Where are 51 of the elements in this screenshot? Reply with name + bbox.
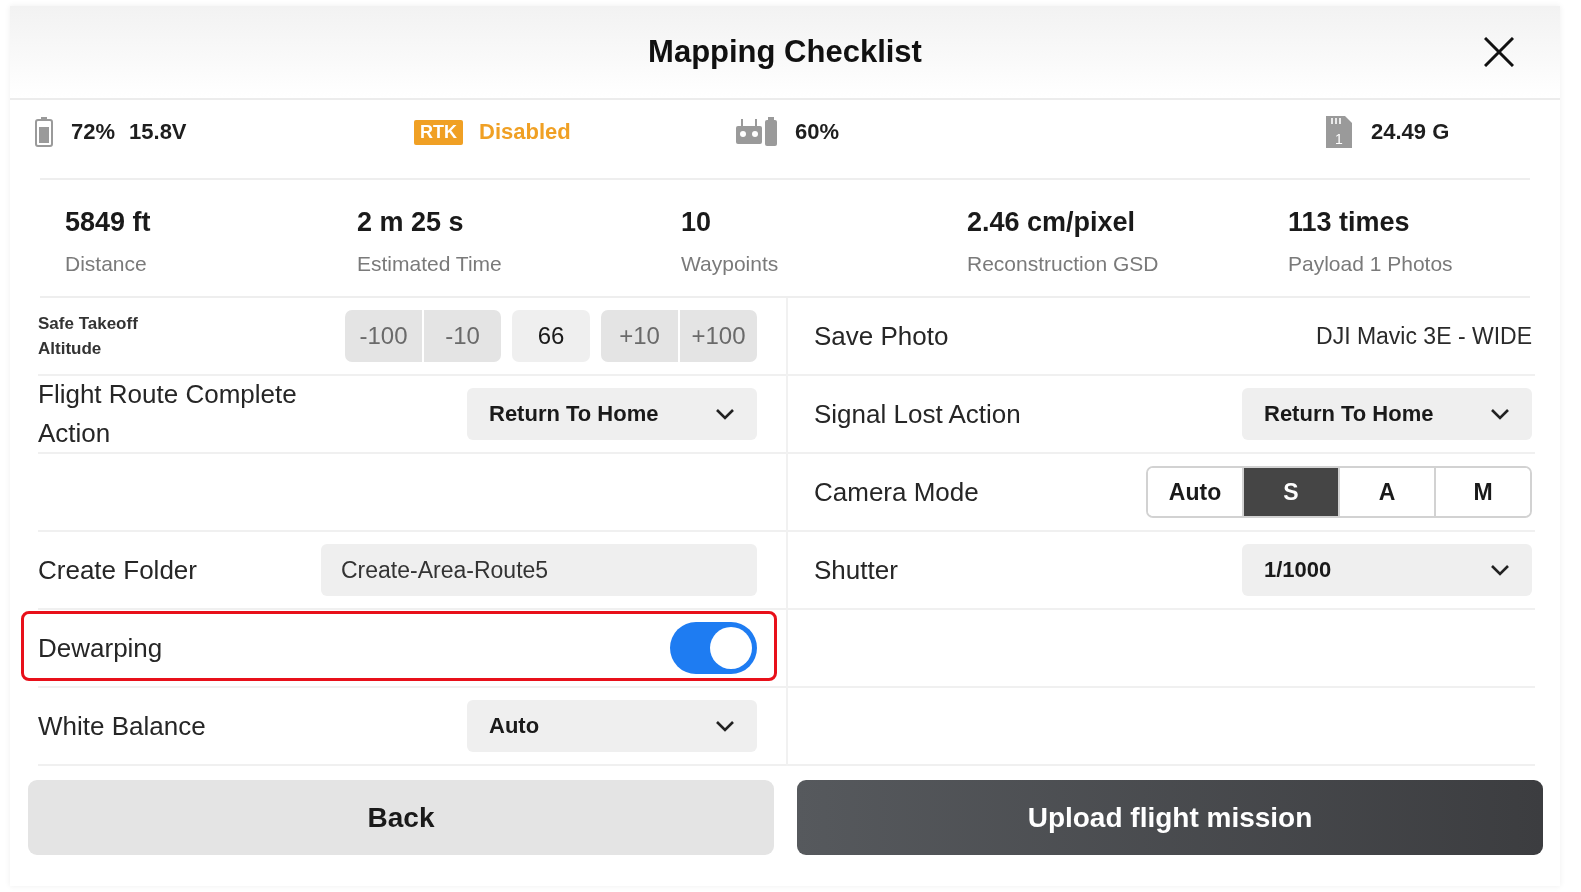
- setting-label: Safe Takeoff Altitude: [38, 312, 139, 360]
- dropdown[interactable]: Return To Home: [467, 388, 757, 440]
- stat-label: Payload 1 Photos: [1288, 251, 1453, 276]
- status-reading: 60%: [795, 119, 840, 145]
- folder-name-field[interactable]: Create-Area-Route5: [321, 544, 757, 596]
- close-icon: [1484, 37, 1514, 67]
- battery-icon: [35, 117, 53, 147]
- stat-label: Reconstruction GSD: [967, 251, 1159, 276]
- stat-value: 5849 ft: [65, 206, 151, 238]
- remote-controller-icon: [735, 117, 779, 147]
- status-reading: 72%: [71, 119, 116, 145]
- chevron-down-icon: [1490, 564, 1510, 576]
- dropdown[interactable]: Return To Home: [1242, 388, 1532, 440]
- stat-value: 2 m 25 s: [357, 206, 464, 238]
- chevron-down-icon: [1490, 408, 1510, 420]
- setting-label: Flight Route Complete Action: [38, 378, 298, 450]
- increment-button[interactable]: +10: [601, 310, 678, 362]
- rtk-status: Disabled: [479, 119, 571, 145]
- upload-button[interactable]: Upload flight mission: [797, 780, 1543, 855]
- status-reading: 15.8V: [129, 119, 187, 145]
- setting-label: Signal Lost Action: [814, 397, 1021, 431]
- setting-label: White Balance: [38, 709, 206, 743]
- stat-value: 10: [681, 206, 712, 238]
- decrement-button[interactable]: -10: [424, 310, 501, 362]
- status-reading: 24.49 G: [1371, 119, 1450, 145]
- setting-label: Save Photo: [814, 319, 949, 353]
- setting-label: Shutter: [814, 553, 898, 587]
- setting-label: Create Folder: [38, 553, 197, 587]
- toggle-switch[interactable]: [670, 622, 757, 674]
- stat-value: 113 times: [1288, 206, 1410, 238]
- stat-label: Waypoints: [681, 251, 779, 276]
- increment-button[interactable]: +100: [680, 310, 757, 362]
- back-button[interactable]: Back: [28, 780, 774, 855]
- stat-value: 2.46 cm/pixel: [967, 206, 1136, 238]
- setting-label: Camera Mode: [814, 475, 979, 509]
- altitude-field[interactable]: 66: [512, 310, 590, 362]
- stat-label: Distance: [65, 251, 147, 276]
- sd-card-icon: 1: [1325, 115, 1353, 149]
- close-button[interactable]: [1484, 37, 1514, 67]
- chevron-down-icon: [715, 408, 735, 420]
- window-title: Mapping Checklist: [648, 34, 922, 70]
- dropdown[interactable]: 1/1000: [1242, 544, 1532, 596]
- mode-option[interactable]: S: [1242, 468, 1338, 516]
- chevron-down-icon: [715, 720, 735, 732]
- dropdown[interactable]: Auto: [467, 700, 757, 752]
- setting-value: DJI Mavic 3E - WIDE: [1316, 322, 1532, 350]
- stat-label: Estimated Time: [357, 251, 502, 276]
- setting-label: Dewarping: [38, 631, 163, 665]
- decrement-button[interactable]: -100: [345, 310, 422, 362]
- mode-option[interactable]: M: [1434, 468, 1530, 516]
- rtk-badge: RTK: [414, 119, 463, 145]
